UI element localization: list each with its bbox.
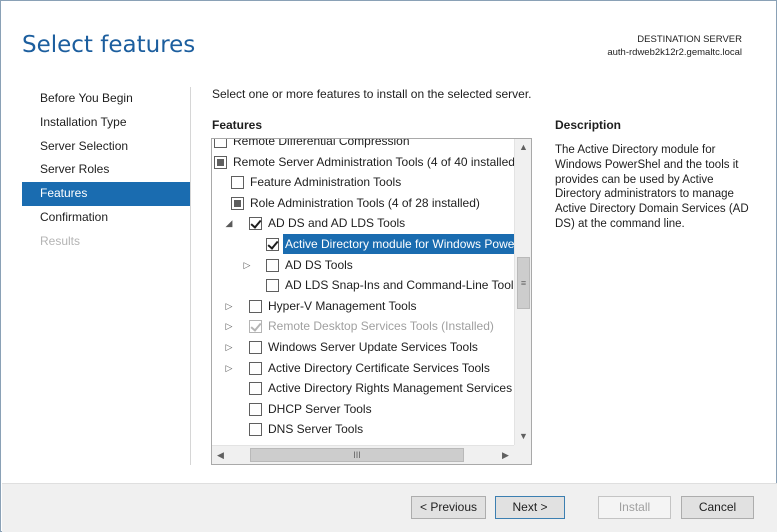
horizontal-scrollbar[interactable]: ◀ III ▶ <box>212 445 514 464</box>
previous-button[interactable]: < Previous <box>411 496 486 519</box>
vertical-scrollbar[interactable]: ▲ ≡ ▼ <box>514 139 531 445</box>
feature-row[interactable]: DHCP Server Tools <box>212 399 514 420</box>
expand-arrow-icon[interactable]: ▷ <box>242 255 252 275</box>
feature-checkbox[interactable] <box>231 176 244 190</box>
feature-label: AD DS and AD LDS Tools <box>268 216 406 231</box>
feature-row[interactable]: ▷ Hyper-V Management Tools <box>212 296 514 317</box>
feature-checkbox[interactable] <box>266 258 279 272</box>
feature-checkbox[interactable] <box>249 382 262 396</box>
destination-server-label: DESTINATION SERVER <box>637 34 742 45</box>
destination-server-name: auth-rdweb2k12r2.gemaltc.local <box>607 47 742 58</box>
feature-label: Role Administration Tools (4 of 28 insta… <box>250 195 480 210</box>
feature-row[interactable]: ▷ Windows Server Update Services Tools <box>212 337 514 358</box>
collapse-arrow-icon[interactable]: ◢ <box>224 213 234 233</box>
feature-row[interactable]: Remote Differential Compression <box>212 139 514 152</box>
vertical-scroll-thumb[interactable]: ≡ <box>517 257 530 309</box>
next-button[interactable]: Next > <box>495 496 565 519</box>
nav-item-features[interactable]: Features <box>22 182 190 206</box>
feature-checkbox[interactable] <box>231 196 244 210</box>
install-button[interactable]: Install <box>598 496 671 519</box>
feature-row[interactable]: Feature Administration Tools <box>212 172 514 193</box>
expand-arrow-icon[interactable]: ▷ <box>224 358 234 378</box>
feature-label: AD LDS Snap-Ins and Command-Line Tools <box>285 278 514 293</box>
feature-label: Remote Server Administration Tools (4 of… <box>233 154 514 169</box>
features-heading: Features <box>212 118 263 132</box>
feature-row[interactable]: DNS Server Tools <box>212 419 514 440</box>
expand-arrow-icon[interactable]: ▷ <box>224 337 234 357</box>
feature-checkbox[interactable] <box>214 155 227 169</box>
feature-checkbox[interactable] <box>249 402 262 416</box>
feature-label: Feature Administration Tools <box>250 175 402 190</box>
feature-label: Active Directory module for Windows Powe… <box>283 234 514 254</box>
wizard-nav: Before You Begin Installation Type Server … <box>22 87 190 254</box>
scroll-down-button[interactable]: ▼ <box>515 428 531 445</box>
expand-arrow-icon[interactable]: ▷ <box>224 296 234 316</box>
horizontal-scroll-thumb[interactable]: III <box>250 448 464 462</box>
feature-checkbox[interactable] <box>266 279 279 293</box>
feature-label: Remote Desktop Services Tools (Installed… <box>268 319 494 334</box>
feature-label: DHCP Server Tools <box>268 401 372 416</box>
nav-item-server-roles[interactable]: Server Roles <box>22 158 190 182</box>
instruction-text: Select one or more features to install o… <box>212 87 532 101</box>
feature-label: DNS Server Tools <box>268 422 364 437</box>
nav-divider <box>190 87 191 465</box>
feature-checkbox[interactable] <box>249 361 262 375</box>
feature-label: Hyper-V Management Tools <box>268 298 417 313</box>
feature-row[interactable]: Active Directory Rights Management Servi… <box>212 378 514 399</box>
feature-row[interactable]: ◢ AD DS and AD LDS Tools <box>212 213 514 234</box>
nav-item-installation-type[interactable]: Installation Type <box>22 111 190 135</box>
feature-checkbox[interactable] <box>214 139 227 148</box>
description-heading: Description <box>555 118 622 132</box>
scroll-up-button[interactable]: ▲ <box>515 139 531 156</box>
nav-item-server-selection[interactable]: Server Selection <box>22 135 190 159</box>
description-text: The Active Directory module for Windows … <box>555 144 749 230</box>
features-tree-rows: Remote Differential Compression Remote Se… <box>212 139 514 445</box>
destination-server-info: DESTINATION SERVER auth-rdweb2k12r2.gema… <box>607 33 742 59</box>
feature-label: AD DS Tools <box>285 257 353 272</box>
feature-label: Windows Server Update Services Tools <box>268 340 478 354</box>
nav-item-results: Results <box>40 233 81 248</box>
expand-arrow-icon[interactable]: ▷ <box>224 316 234 336</box>
feature-row[interactable]: ▷ AD DS Tools <box>212 255 514 276</box>
scrollbar-corner <box>514 445 531 464</box>
feature-checkbox[interactable] <box>249 299 262 313</box>
feature-checkbox <box>249 320 262 334</box>
cancel-button[interactable]: Cancel <box>681 496 754 519</box>
wizard-window: Select features DESTINATION SERVER auth-… <box>0 0 777 532</box>
nav-item-confirmation[interactable]: Confirmation <box>22 206 190 230</box>
feature-checkbox[interactable] <box>249 217 262 231</box>
feature-row[interactable]: ▷ Remote Desktop Services Tools (Installe… <box>212 316 514 337</box>
feature-checkbox[interactable] <box>266 238 279 251</box>
feature-label: Remote Differential Compression <box>233 139 410 148</box>
feature-label: Active Directory Certificate Services To… <box>268 360 490 375</box>
page-title: Select features <box>22 32 196 58</box>
nav-item-before-you-begin[interactable]: Before You Begin <box>22 87 190 111</box>
feature-row[interactable]: AD LDS Snap-Ins and Command-Line Tools <box>212 275 514 296</box>
scroll-right-button[interactable]: ▶ <box>497 447 514 464</box>
feature-row[interactable]: Active Directory module for Windows Powe… <box>212 234 514 255</box>
feature-checkbox[interactable] <box>249 341 262 354</box>
feature-row[interactable]: Remote Server Administration Tools (4 of… <box>212 152 514 173</box>
features-tree[interactable]: Remote Differential Compression Remote Se… <box>211 138 532 465</box>
scroll-left-button[interactable]: ◀ <box>212 447 229 464</box>
feature-label: Active Directory Rights Management Servi… <box>268 381 514 396</box>
feature-checkbox[interactable] <box>249 423 262 437</box>
feature-row[interactable]: Role Administration Tools (4 of 28 insta… <box>212 193 514 214</box>
feature-row[interactable]: ▷ Active Directory Certificate Services T… <box>212 358 514 379</box>
